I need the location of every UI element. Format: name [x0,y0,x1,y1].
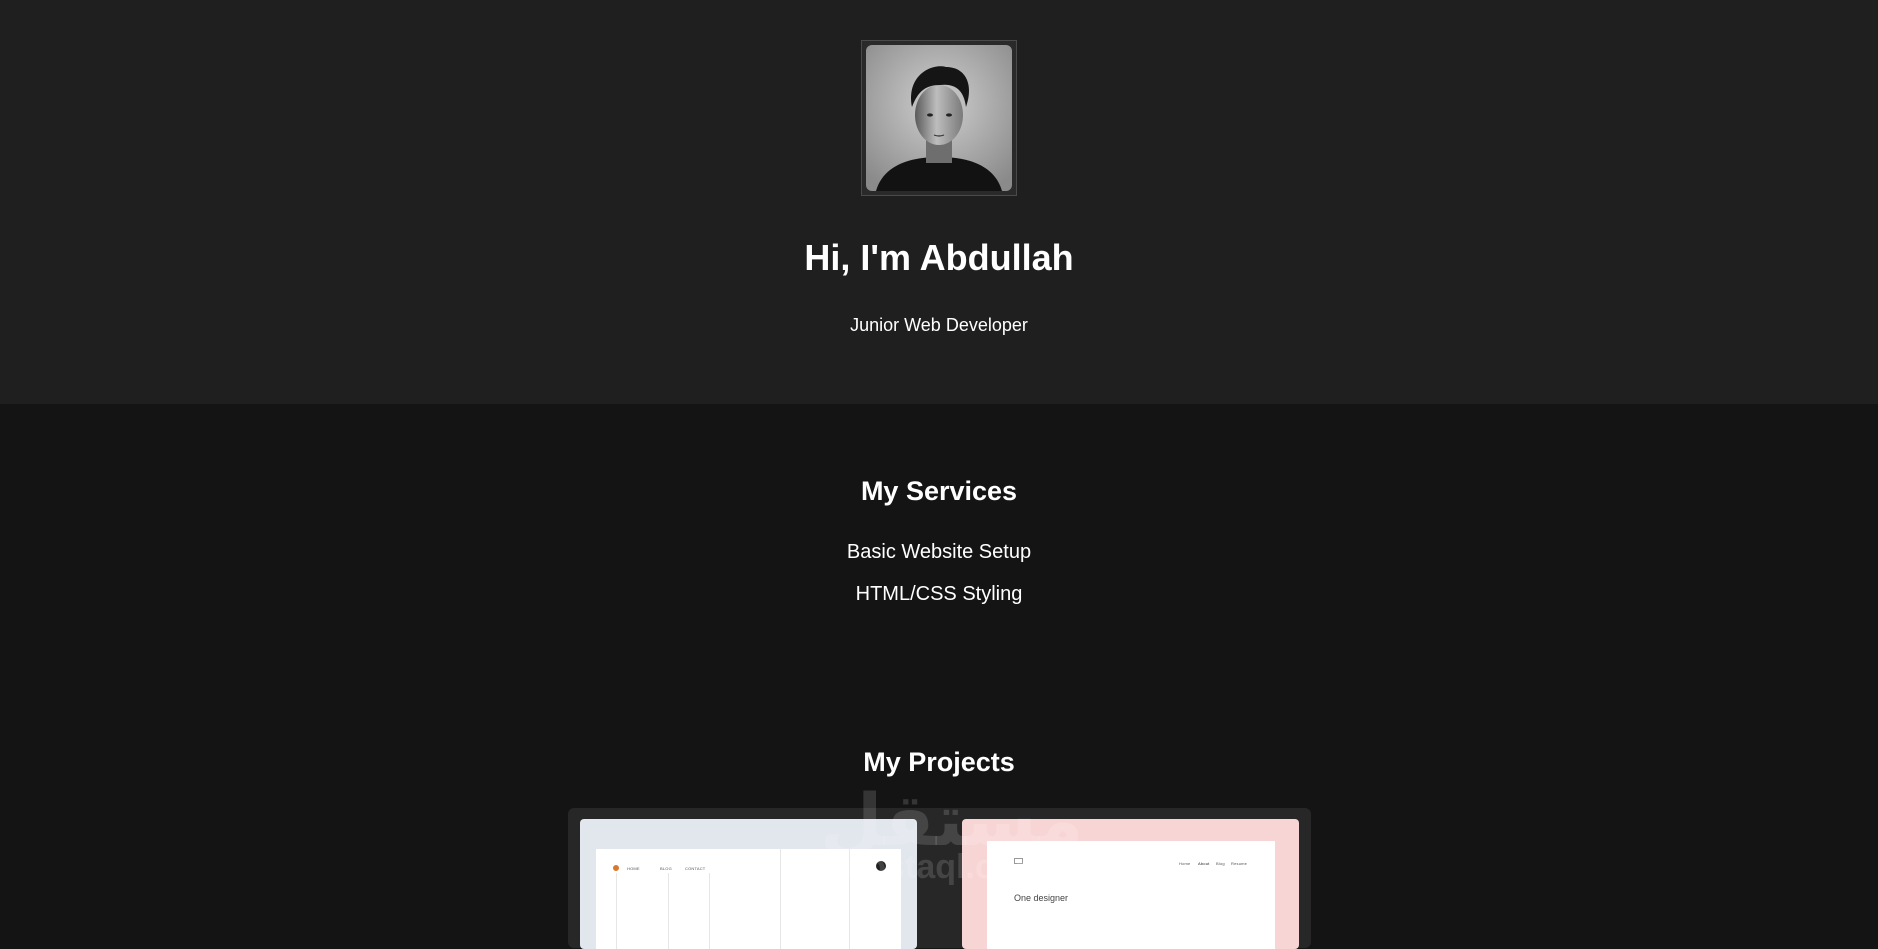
avatar [866,45,1012,191]
mail-icon [1014,858,1023,864]
mock-nav-item: Resume [1231,861,1248,866]
projects-title: My Projects [863,747,1015,777]
divider [849,849,850,949]
mock-nav-item: BLOG [660,866,672,871]
services-title: My Services [860,476,1018,506]
mock-nav-item: Home [1179,861,1191,866]
dot-icon [876,861,886,871]
project-thumbnail: HOME BLOG CONTACT [596,849,901,949]
project-card[interactable]: Home About Blog Resume One designer [962,819,1299,949]
divider [780,849,781,949]
project-thumbnail: Home About Blog Resume One designer [987,841,1275,949]
mock-nav-item: HOME [627,866,640,871]
hero-section: Hi, I'm Abdullah Junior Web Developer [0,0,1878,404]
service-item-basic-website-setup: Basic Website Setup [846,541,1032,563]
logo-icon [613,865,619,871]
service-item-html-css-styling: HTML/CSS Styling [855,583,1023,605]
hero-title: Hi, I'm Abdullah [804,237,1074,278]
projects-grid: HOME BLOG CONTACT Home About Blog Resume… [568,808,1311,949]
mock-nav-item: Blog [1216,861,1225,866]
divider [668,873,669,949]
hero-subtitle: Junior Web Developer [850,315,1028,335]
avatar-frame [861,40,1017,196]
mock-nav-item: CONTACT [685,866,706,871]
divider [616,873,617,949]
divider [709,873,710,949]
project-card[interactable]: HOME BLOG CONTACT [580,819,917,949]
mock-heading: One designer [1014,893,1069,903]
mock-nav-item: About [1198,861,1210,866]
